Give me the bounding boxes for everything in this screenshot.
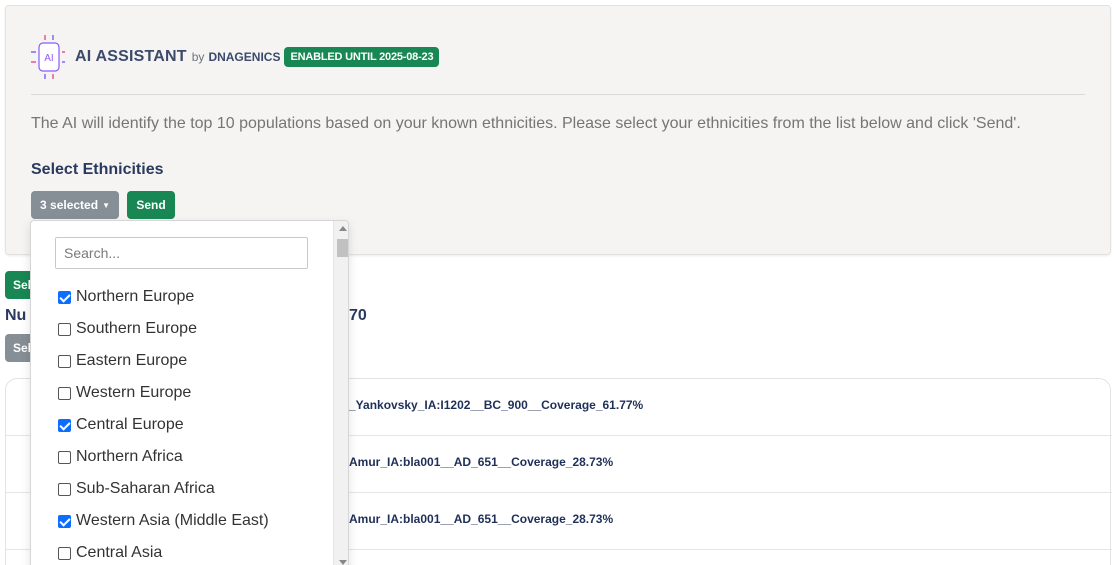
ai-title: AI ASSISTANT (75, 48, 187, 65)
select-ethnicities-label: Select Ethnicities (31, 161, 164, 178)
ai-divider (31, 94, 1085, 95)
ethnicity-option[interactable]: Western Asia (Middle East) (58, 505, 269, 537)
ethnicity-option[interactable]: Central Asia (58, 537, 269, 565)
caret-down-icon: ▼ (102, 200, 110, 210)
ethnicity-option-label: Eastern Europe (76, 352, 188, 369)
ethnicity-option-label: Northern Africa (76, 448, 183, 465)
checkbox-checked-icon[interactable] (58, 418, 71, 432)
dropdown-scrollbar[interactable] (333, 221, 348, 565)
checkbox-checked-icon[interactable] (58, 514, 71, 528)
send-button[interactable]: Send (127, 191, 175, 219)
ethnicities-selected-count: 3 selected (40, 198, 99, 212)
ethnicity-options-list: Northern Europe Southern Europe Eastern Eu… (58, 281, 269, 565)
ethnicity-option-label: Northern Europe (76, 288, 195, 305)
ethnicity-option-label: Central Asia (76, 544, 163, 561)
ethnicity-option-label: Southern Europe (76, 320, 197, 337)
ethnicity-option[interactable]: Sub-Saharan Africa (58, 473, 269, 505)
ai-chip-label: AI (44, 53, 53, 64)
ethnicity-search-input[interactable] (55, 237, 308, 269)
ethnicity-option[interactable]: Northern Europe (58, 281, 269, 313)
checkbox-unchecked-icon[interactable] (58, 450, 71, 464)
background-number-value: 70 (349, 307, 367, 324)
ai-by-text: by (191, 50, 205, 64)
ethnicity-option-label: Central Europe (76, 416, 184, 433)
scroll-down-arrow-icon[interactable] (339, 560, 347, 565)
ethnicity-option[interactable]: Western Europe (58, 377, 269, 409)
checkbox-unchecked-icon[interactable] (58, 546, 71, 560)
checkbox-checked-icon[interactable] (58, 290, 71, 304)
result-label: Amur_IA:bla001__AD_651__Coverage_28.73% (349, 455, 614, 469)
scrollbar-thumb[interactable] (337, 239, 348, 257)
ethnicity-option-label: Sub-Saharan Africa (76, 480, 215, 497)
ai-header: AI AI ASSISTANT by DNAGENICS ENABLED UNT… (31, 33, 440, 81)
scroll-up-arrow-icon[interactable] (339, 226, 347, 231)
checkbox-unchecked-icon[interactable] (58, 482, 71, 496)
ethnicity-option-label: Western Asia (Middle East) (76, 512, 269, 529)
result-label: _Yankovsky_IA:I1202__BC_900__Coverage_61… (349, 398, 644, 412)
ethnicity-option[interactable]: Central Europe (58, 409, 269, 441)
ethnicities-dropdown-toggle[interactable]: 3 selected ▼ (31, 191, 119, 219)
checkbox-unchecked-icon[interactable] (58, 354, 71, 368)
ai-chip-icon: AI (31, 33, 65, 81)
checkbox-unchecked-icon[interactable] (58, 322, 71, 336)
ethnicity-option-label: Western Europe (76, 384, 192, 401)
ethnicity-option[interactable]: Northern Africa (58, 441, 269, 473)
background-number-label: Nu (5, 307, 27, 324)
ethnicity-option[interactable]: Southern Europe (58, 313, 269, 345)
ai-description: The AI will identify the top 10 populati… (31, 115, 1021, 132)
enabled-until-badge: ENABLED UNTIL 2025-08-23 (284, 47, 440, 67)
checkbox-unchecked-icon[interactable] (58, 386, 71, 400)
ethnicity-option[interactable]: Eastern Europe (58, 345, 269, 377)
ai-brand-name: DNAGENICS (208, 50, 281, 64)
ai-assistant-panel: AI AI ASSISTANT by DNAGENICS ENABLED UNT… (5, 5, 1111, 255)
ethnicities-dropdown-menu: Northern Europe Southern Europe Eastern Eu… (30, 220, 349, 565)
result-label: Amur_IA:bla001__AD_651__Coverage_28.73% (349, 512, 614, 526)
